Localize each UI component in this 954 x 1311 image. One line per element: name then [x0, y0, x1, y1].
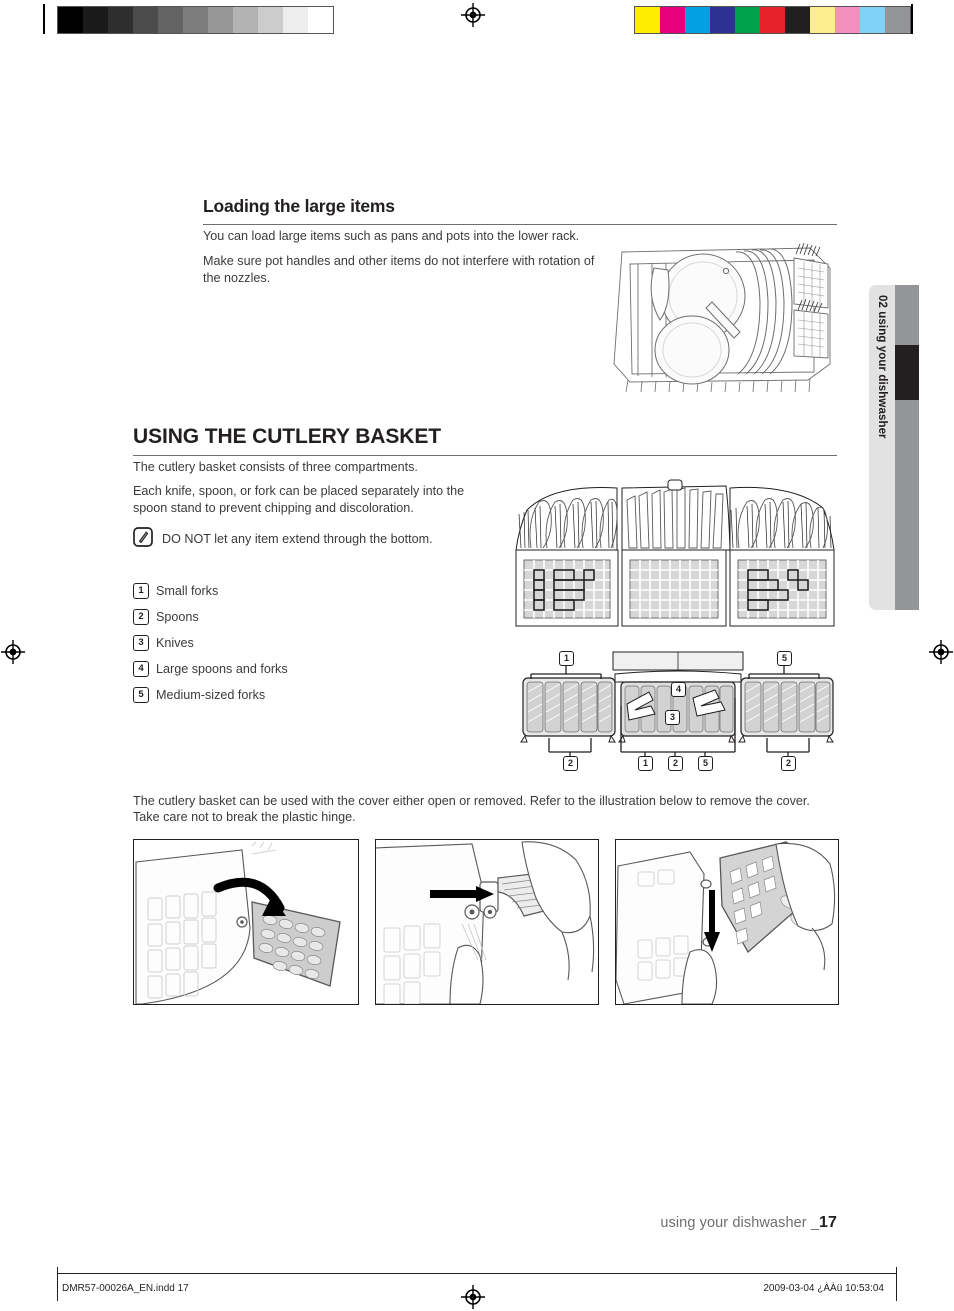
- calibration-swatch: [283, 7, 308, 33]
- calibration-swatch: [635, 7, 660, 33]
- calibration-swatch: [885, 7, 910, 33]
- calibration-swatch: [810, 7, 835, 33]
- trim-tick-top-right: [911, 4, 913, 34]
- print-timestamp: 2009-03-04 ¿ÀÀü 10:53:04: [763, 1283, 884, 1294]
- large-items-heading: Loading the large items: [203, 196, 395, 216]
- page-canvas: Loading the large items You can load lar…: [0, 0, 954, 1311]
- calibration-swatch: [760, 7, 785, 33]
- calibration-swatch: [785, 7, 810, 33]
- calibration-swatch: [58, 7, 83, 33]
- registration-target-icon-top: [461, 3, 485, 27]
- callout-badge-left-bottom: 2: [563, 756, 578, 771]
- note-pencil-icon: [133, 527, 153, 552]
- legend-badge: 2: [133, 609, 149, 625]
- cutlery-legend-list: 1 Small forks 2 Spoons 3 Knives 4 Large …: [133, 578, 493, 708]
- legend-badge: 5: [133, 687, 149, 703]
- page-footer: using your dishwasher _17: [660, 1214, 837, 1232]
- calibration-swatch: [660, 7, 685, 33]
- registration-target-icon-right: [929, 640, 953, 664]
- trim-tick-bottom-left: [57, 1267, 58, 1301]
- side-tab-dark-strip: [895, 285, 919, 610]
- loaded-cutlery-basket-illustration: [513, 458, 837, 630]
- calibration-swatch: [835, 7, 860, 33]
- legend-label: Spoons: [156, 610, 199, 624]
- grayscale-calibration-bar: [57, 6, 334, 34]
- callout-badge-right-top: 5: [777, 651, 792, 666]
- calibration-swatch: [233, 7, 258, 33]
- legend-label: Knives: [156, 636, 194, 650]
- step-photo-1: [133, 839, 359, 1005]
- step-photo-2: [375, 839, 599, 1005]
- callout-badge-center-bottom-1: 1: [638, 756, 653, 771]
- print-source-file: DMR57-00026A_EN.indd 17: [62, 1283, 189, 1294]
- callout-badge-center-upper: 4: [671, 682, 686, 697]
- cover-removal-text: The cutlery basket can be used with the …: [133, 793, 837, 826]
- cover-removal-paragraph: The cutlery basket can be used with the …: [133, 794, 810, 825]
- calibration-swatch: [108, 7, 133, 33]
- legend-label: Small forks: [156, 584, 219, 598]
- legend-badge: 4: [133, 661, 149, 677]
- do-not-note: DO NOT let any item extend through the b…: [133, 527, 533, 552]
- page-number: 17: [819, 1214, 837, 1231]
- callout-badge-center-bottom-2: 2: [668, 756, 683, 771]
- cutlery-paragraph-2: Each knife, spoon, or fork can be placed…: [133, 484, 465, 515]
- color-calibration-bar: [634, 6, 911, 34]
- legend-label: Medium-sized forks: [156, 688, 266, 702]
- legend-label: Large spoons and forks: [156, 662, 288, 676]
- legend-badge: 3: [133, 635, 149, 651]
- legend-item: 4 Large spoons and forks: [133, 656, 493, 682]
- large-items-paragraph-2: Make sure pot handles and other items do…: [203, 254, 595, 285]
- legend-item: 1 Small forks: [133, 578, 493, 604]
- page-footer-text: using your dishwasher _: [660, 1215, 819, 1231]
- side-tab-label: 02 using your dishwasher: [876, 295, 888, 439]
- registration-target-icon-left: [1, 640, 25, 664]
- callout-badge-right-bottom: 2: [781, 756, 796, 771]
- legend-badge: 1: [133, 583, 149, 599]
- cutlery-basket-heading: USING THE CUTLERY BASKET: [133, 425, 441, 448]
- print-footer-rule: [57, 1273, 897, 1274]
- cutlery-basket-text: The cutlery basket consists of three com…: [133, 459, 501, 516]
- cutlery-paragraph-1: The cutlery basket consists of three com…: [133, 460, 418, 474]
- calibration-swatch: [735, 7, 760, 33]
- do-not-note-text: DO NOT let any item extend through the b…: [162, 532, 433, 546]
- calibration-swatch: [133, 7, 158, 33]
- large-items-heading-block: Loading the large items: [203, 196, 837, 225]
- print-footer: DMR57-00026A_EN.indd 17 2009-03-04 ¿ÀÀü …: [0, 1267, 954, 1311]
- calibration-swatch: [308, 7, 333, 33]
- large-items-paragraph-1: You can load large items such as pans an…: [203, 229, 580, 243]
- legend-item: 5 Medium-sized forks: [133, 682, 493, 708]
- lower-rack-illustration: [608, 224, 840, 392]
- calibration-swatch: [258, 7, 283, 33]
- legend-item: 3 Knives: [133, 630, 493, 656]
- callout-badge-center-lower: 3: [665, 710, 680, 725]
- step-photo-3: [615, 839, 839, 1005]
- cutlery-callout-diagram: 1 5 2 2 4 3 1 2 5: [513, 648, 843, 773]
- callout-badge-center-bottom-3: 5: [698, 756, 713, 771]
- calibration-swatch: [860, 7, 885, 33]
- calibration-swatch: [183, 7, 208, 33]
- side-tab-active-marker: [895, 345, 919, 400]
- callout-badge-left-top: 1: [559, 651, 574, 666]
- trim-tick-bottom-right: [896, 1267, 897, 1301]
- section-side-tab: 02 using your dishwasher: [869, 285, 919, 610]
- calibration-swatch: [710, 7, 735, 33]
- calibration-swatch: [208, 7, 233, 33]
- legend-item: 2 Spoons: [133, 604, 493, 630]
- large-items-text: You can load large items such as pans an…: [203, 228, 603, 286]
- cutlery-basket-heading-block: USING THE CUTLERY BASKET: [133, 425, 837, 456]
- calibration-swatch: [685, 7, 710, 33]
- calibration-swatch: [158, 7, 183, 33]
- trim-tick-top-left: [43, 4, 45, 34]
- calibration-swatch: [83, 7, 108, 33]
